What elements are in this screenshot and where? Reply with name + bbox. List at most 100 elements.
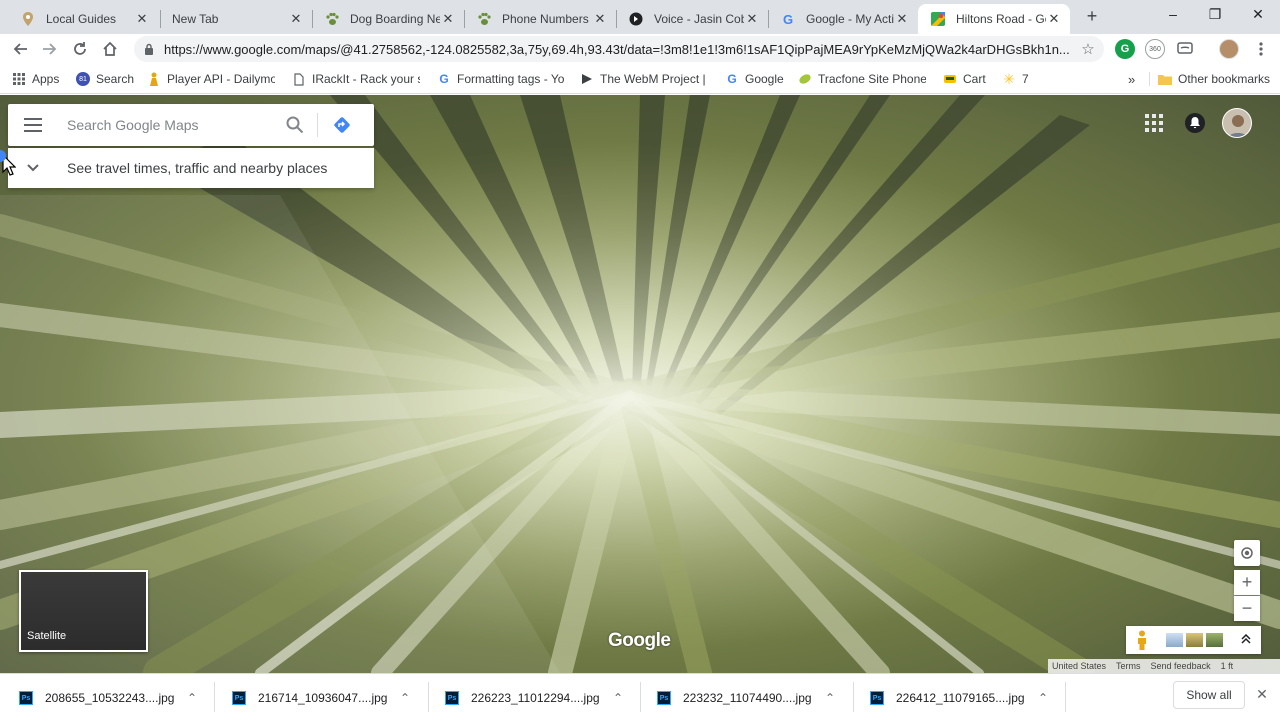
street-view-imagery-bar <box>1126 626 1261 654</box>
chevron-up-icon[interactable] <box>1238 633 1254 647</box>
tab-voice[interactable]: Voice - Jasin Cobu ✕ <box>616 4 768 34</box>
minimize-button[interactable]: – <box>1158 2 1188 26</box>
maps-search-box <box>8 104 374 146</box>
chevron-up-icon[interactable]: ⌃ <box>398 691 412 705</box>
notifications-bell-icon[interactable] <box>1185 113 1205 133</box>
360-extension-icon[interactable]: 360 <box>1145 39 1165 59</box>
close-icon[interactable]: ✕ <box>1254 686 1270 702</box>
paw-icon <box>476 11 492 27</box>
bookmark-irackit[interactable]: IRackIt - Rack your st <box>292 70 420 88</box>
address-bar[interactable]: https://www.google.com/maps/@41.2758562,… <box>134 36 1104 62</box>
paw-icon <box>324 11 340 27</box>
terms-link[interactable]: Terms <box>1116 661 1141 671</box>
forward-button[interactable] <box>39 38 61 60</box>
maximize-button[interactable]: ❐ <box>1200 2 1230 26</box>
back-button[interactable] <box>9 38 31 60</box>
cast-extension-icon[interactable] <box>1175 39 1195 59</box>
new-tab-button[interactable]: + <box>1082 6 1102 26</box>
download-item[interactable]: Ps 216714_10936047....jpg ⌃ <box>232 686 412 710</box>
bookmark-apps[interactable]: Apps <box>12 70 59 88</box>
zoom-in-button[interactable]: + <box>1234 570 1260 595</box>
more-menu-icon[interactable] <box>1250 38 1272 60</box>
maps-icon <box>930 11 946 27</box>
tab-dog-boarding[interactable]: Dog Boarding Ne ✕ <box>312 4 464 34</box>
account-avatar[interactable] <box>1222 108 1252 138</box>
bookmark-7[interactable]: ✳ 7 <box>1002 70 1029 88</box>
show-all-downloads-button[interactable]: Show all <box>1173 681 1245 709</box>
tab-phone-numbers[interactable]: Phone Numbers | ✕ <box>464 4 616 34</box>
window-close-button[interactable]: ✕ <box>1243 2 1273 26</box>
satellite-label: Satellite <box>27 630 67 642</box>
tab-google-activity[interactable]: G Google - My Activ ✕ <box>768 4 918 34</box>
reload-button[interactable] <box>69 38 91 60</box>
photoshop-file-icon: Ps <box>657 691 671 705</box>
download-item[interactable]: Ps 226412_11079165....jpg ⌃ <box>870 686 1050 710</box>
download-shelf: Ps 208655_10532243....jpg ⌃ Ps 216714_10… <box>0 673 1280 720</box>
scale-label[interactable]: 1 ft <box>1221 661 1234 671</box>
tab-local-guides[interactable]: Local Guides ✕ <box>8 4 158 34</box>
google-apps-icon[interactable] <box>1145 114 1163 132</box>
other-bookmarks-folder[interactable]: Other bookmarks <box>1158 70 1270 88</box>
download-filename: 223232_11074490....jpg <box>683 691 812 705</box>
bookmark-google[interactable]: G Google <box>725 70 783 88</box>
travel-times-bar[interactable]: See travel times, traffic and nearby pla… <box>8 148 374 188</box>
leaf-icon <box>798 72 812 86</box>
download-item[interactable]: Ps 208655_10532243....jpg ⌃ <box>19 686 199 710</box>
tab-title: Local Guides <box>46 12 117 26</box>
chevron-up-icon[interactable]: ⌃ <box>1036 691 1050 705</box>
bookmarks-overflow-chevron-icon[interactable]: » <box>1128 70 1135 88</box>
search-icon[interactable] <box>277 104 313 146</box>
search-input[interactable] <box>67 117 277 133</box>
photoshop-file-icon: Ps <box>232 691 246 705</box>
bookmark-formatting-tags[interactable]: G Formatting tags - You <box>437 70 565 88</box>
grammarly-extension-icon[interactable]: G <box>1115 39 1135 59</box>
bookmark-cart[interactable]: Cart <box>943 70 986 88</box>
bookmark-star-icon[interactable]: ☆ <box>1078 40 1098 58</box>
tab-title: Phone Numbers | <box>502 12 592 26</box>
directions-icon[interactable] <box>322 104 362 146</box>
chevron-up-icon[interactable]: ⌃ <box>823 691 837 705</box>
url-text[interactable]: https://www.google.com/maps/@41.2758562,… <box>164 42 1078 57</box>
compass-button[interactable] <box>1234 540 1260 566</box>
download-item[interactable]: Ps 226223_11012294....jpg ⌃ <box>445 686 625 710</box>
tab-title: Hiltons Road - Go <box>956 12 1046 26</box>
download-separator <box>428 682 429 712</box>
home-button[interactable] <box>99 38 121 60</box>
satellite-layer-toggle[interactable]: Satellite <box>19 570 148 652</box>
tab-new-tab[interactable]: New Tab ✕ <box>160 4 312 34</box>
send-feedback-link[interactable]: Send feedback <box>1151 661 1211 671</box>
close-icon[interactable]: ✕ <box>1046 11 1062 27</box>
lock-icon <box>142 42 156 56</box>
map-attribution: United States Terms Send feedback 1 ft <box>1048 659 1280 673</box>
close-icon[interactable]: ✕ <box>440 11 456 27</box>
download-filename: 208655_10532243....jpg <box>45 691 175 705</box>
bookmark-label: Apps <box>32 72 60 86</box>
imagery-thumbnail[interactable] <box>1166 633 1183 647</box>
bookmark-tracfone[interactable]: Tracfone Site Phone C <box>798 70 926 88</box>
chevron-up-icon[interactable]: ⌃ <box>185 691 199 705</box>
bookmark-label: 7 <box>1022 72 1029 86</box>
close-icon[interactable]: ✕ <box>592 11 608 27</box>
imagery-thumbnail[interactable] <box>1206 633 1223 647</box>
download-separator <box>853 682 854 712</box>
hamburger-menu-icon[interactable] <box>8 104 58 146</box>
bookmark-search[interactable]: 81 Search <box>76 70 134 88</box>
bookmark-webm[interactable]: The WebM Project | V <box>580 70 708 88</box>
pegman-icon[interactable] <box>1132 629 1152 651</box>
profile-avatar[interactable] <box>1219 39 1239 59</box>
close-icon[interactable]: ✕ <box>134 11 150 27</box>
imagery-thumbnail[interactable] <box>1186 633 1203 647</box>
tab-hiltons-road[interactable]: Hiltons Road - Go ✕ <box>918 4 1070 34</box>
close-icon[interactable]: ✕ <box>744 11 760 27</box>
bookmark-label: Cart <box>963 72 986 86</box>
zoom-out-button[interactable]: − <box>1234 596 1260 621</box>
close-icon[interactable]: ✕ <box>894 11 910 27</box>
cart-icon <box>943 72 957 86</box>
chevron-up-icon[interactable]: ⌃ <box>611 691 625 705</box>
download-item[interactable]: Ps 223232_11074490....jpg ⌃ <box>657 686 837 710</box>
bookmark-label: Tracfone Site Phone C <box>818 72 926 86</box>
bookmark-label: Search <box>96 72 135 86</box>
close-icon[interactable]: ✕ <box>288 11 304 27</box>
bookmark-player-api[interactable]: Player API - Dailymot <box>147 70 275 88</box>
bookmark-label: Formatting tags - You <box>457 72 565 86</box>
